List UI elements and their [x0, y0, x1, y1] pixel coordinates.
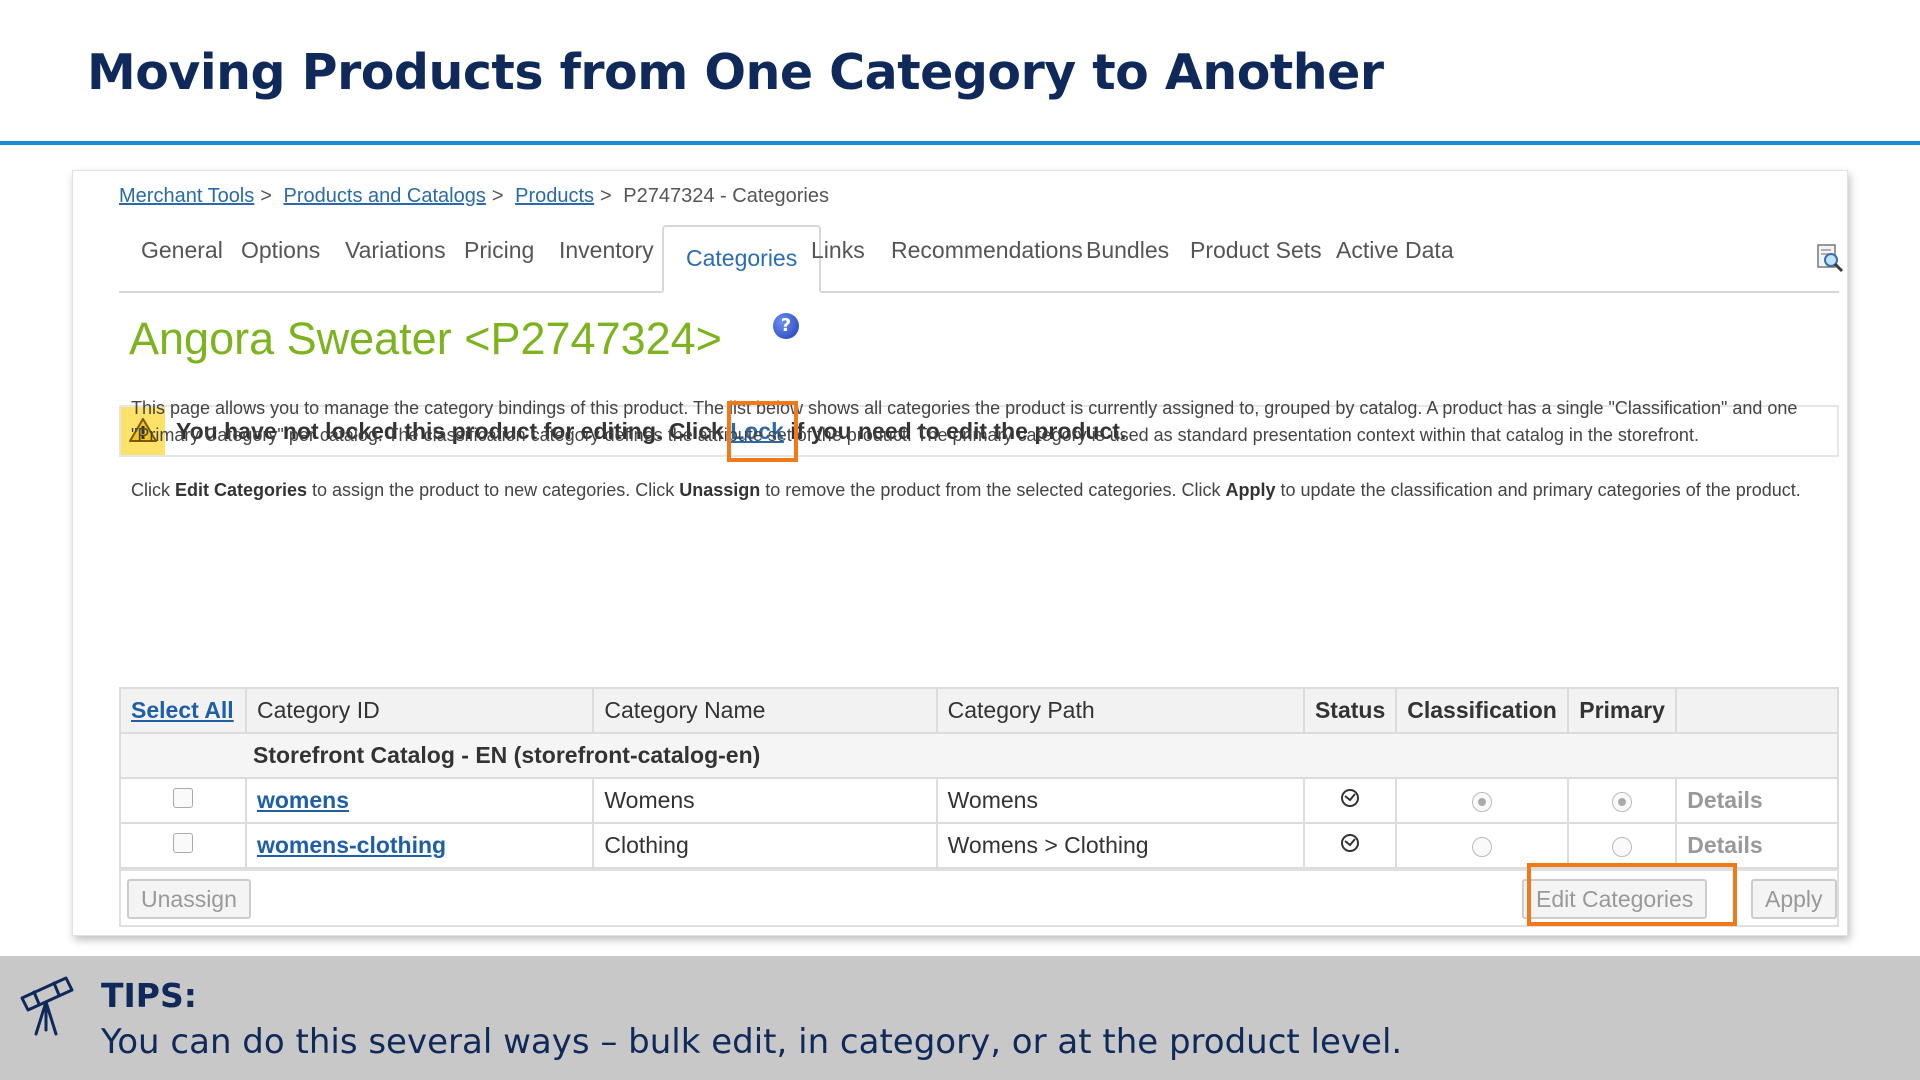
status-icon: [1341, 789, 1360, 807]
catalog-group-label: Storefront Catalog - EN (storefront-cata…: [119, 732, 1839, 779]
breadcrumb: Merchant Tools > Products and Catalogs > P…: [119, 185, 829, 208]
tips-title: TIPS:: [101, 976, 197, 1015]
desc-text: Click: [131, 480, 175, 500]
tab-active-data[interactable]: Active Data: [1336, 237, 1454, 264]
status-cell: [1302, 822, 1398, 869]
unassign-button[interactable]: Unassign: [127, 879, 251, 919]
category-path-cell: Womens: [935, 777, 1305, 824]
product-title: Angora Sweater <P2747324>: [129, 313, 722, 364]
row-select-cell: [119, 822, 247, 869]
tab-product-sets[interactable]: Product Sets: [1190, 237, 1322, 264]
classification-radio[interactable]: [1472, 791, 1493, 812]
details-cell: Details: [1675, 777, 1839, 824]
column-header-primary: Primary: [1567, 687, 1678, 734]
breadcrumb-separator: >: [600, 185, 612, 207]
breadcrumb-products[interactable]: Products: [515, 185, 594, 207]
category-name-cell: Womens: [592, 777, 938, 824]
column-header-category-name[interactable]: Category Name: [592, 687, 938, 734]
catalog-group-row: Storefront Catalog - EN (storefront-cata…: [119, 732, 1839, 779]
description-paragraph-2: Click Edit Categories to assign the prod…: [131, 477, 1831, 504]
details-link[interactable]: Details: [1687, 832, 1762, 858]
column-header-category-id[interactable]: Category ID: [244, 687, 595, 734]
category-id-cell: womens: [244, 777, 595, 824]
tab-options[interactable]: Options: [241, 237, 320, 264]
title-divider: [0, 141, 1920, 145]
tab-bundles[interactable]: Bundles: [1086, 237, 1169, 264]
desc-emphasis: Unassign: [679, 480, 761, 500]
desc-text: to remove the product from the selected …: [760, 480, 1226, 500]
lock-callout-highlight: [727, 401, 798, 462]
tab-variations[interactable]: Variations: [345, 237, 446, 264]
tab-general[interactable]: General: [141, 237, 223, 264]
apply-button[interactable]: Apply: [1751, 879, 1837, 919]
row-checkbox[interactable]: [172, 833, 193, 853]
status-icon: [1341, 834, 1360, 852]
table-row: womens-clothing Clothing Womens > Clothi…: [119, 822, 1839, 869]
breadcrumb-products-and-catalogs[interactable]: Products and Catalogs: [284, 185, 486, 207]
primary-radio[interactable]: [1612, 836, 1633, 857]
tab-inventory[interactable]: Inventory: [559, 237, 654, 264]
slide-title: Moving Products from One Category to Ano…: [87, 44, 1384, 101]
desc-text: to assign the product to new categories.…: [307, 480, 680, 500]
help-icon[interactable]: ?: [773, 313, 799, 339]
tips-band: TIPS: You can do this several ways – bul…: [0, 956, 1920, 1080]
row-checkbox[interactable]: [172, 788, 193, 808]
breadcrumb-separator: >: [260, 185, 272, 207]
tab-categories[interactable]: Categories: [662, 225, 822, 293]
screenshot-panel: Merchant Tools > Products and Catalogs > P…: [72, 170, 1848, 936]
category-id-link[interactable]: womens-clothing: [257, 832, 446, 858]
category-id-cell: womens-clothing: [244, 822, 595, 869]
description-paragraph-1: This page allows you to manage the categ…: [131, 395, 1831, 449]
classification-cell: [1395, 777, 1570, 824]
tab-pricing[interactable]: Pricing: [464, 237, 534, 264]
column-header-classification: Classification: [1395, 687, 1570, 734]
details-cell: Details: [1675, 822, 1839, 869]
primary-cell: [1567, 822, 1678, 869]
select-all-link[interactable]: Select All: [131, 697, 234, 723]
primary-radio[interactable]: [1612, 791, 1633, 812]
primary-cell: [1567, 777, 1678, 824]
details-link[interactable]: Details: [1687, 787, 1762, 813]
tab-recommendations[interactable]: Recommendations: [891, 237, 1083, 264]
row-select-cell: [119, 777, 247, 824]
table-header-row: Select All Category ID Category Name Cat…: [119, 687, 1839, 734]
desc-emphasis: Apply: [1225, 480, 1276, 500]
classification-radio[interactable]: [1472, 836, 1493, 857]
classification-cell: [1395, 822, 1570, 869]
column-header-actions: [1675, 687, 1839, 734]
tips-text: You can do this several ways – bulk edit…: [101, 1022, 1403, 1062]
tab-links[interactable]: Links: [811, 237, 865, 264]
breadcrumb-separator: >: [491, 185, 504, 207]
category-path-cell: Womens > Clothing: [935, 822, 1305, 869]
column-header-category-path[interactable]: Category Path: [935, 687, 1305, 734]
category-id-link[interactable]: womens: [257, 787, 349, 813]
description-text: This page allows you to manage the categ…: [131, 398, 1798, 445]
status-cell: [1302, 777, 1398, 824]
telescope-icon: [14, 970, 78, 1045]
desc-emphasis: Edit Categories: [175, 480, 308, 500]
magnifier-page-icon[interactable]: [1815, 243, 1845, 273]
tab-bar: General Options Variations Pricing Inven…: [119, 225, 1844, 293]
category-table: Select All Category ID Category Name Cat…: [119, 687, 1839, 869]
category-name-cell: Clothing: [592, 822, 938, 869]
edit-categories-callout-highlight: [1527, 863, 1737, 926]
desc-text: to update the classification and primary…: [1275, 480, 1801, 500]
breadcrumb-current: P2747324 - Categories: [623, 185, 829, 207]
table-row: womens Womens Womens Details: [119, 777, 1839, 824]
column-header-status: Status: [1302, 687, 1398, 734]
breadcrumb-merchant-tools[interactable]: Merchant Tools: [119, 185, 254, 207]
select-all-header: Select All: [119, 687, 247, 734]
